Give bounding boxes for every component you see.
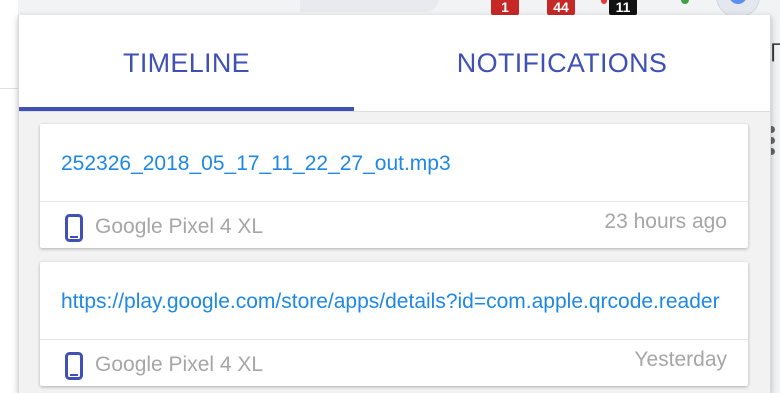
address-bar-edge[interactable] (300, 0, 440, 12)
timeline-card: https://play.google.com/store/apps/detai… (40, 262, 748, 386)
device-name: Google Pixel 4 XL (95, 215, 264, 238)
extension-badge-3[interactable]: 11 (609, 0, 637, 15)
page-edge-glyph: ∏ (770, 40, 780, 62)
extension-badge-1[interactable]: 1 (491, 0, 519, 15)
tab-timeline[interactable]: TIMELINE (19, 15, 354, 111)
tab-bar: TIMELINE NOTIFICATIONS (19, 15, 770, 112)
page-background-left (0, 0, 18, 393)
extension-badge-2[interactable]: 44 (547, 0, 575, 15)
smartphone-icon (65, 352, 83, 380)
active-tab-indicator (19, 107, 354, 111)
tab-notifications[interactable]: NOTIFICATIONS (354, 15, 770, 111)
timestamp: 23 hours ago (604, 210, 727, 233)
timeline-card: 252326_2018_05_17_11_22_27_out.mp3 Googl… (40, 124, 748, 248)
timestamp: Yesterday (634, 348, 727, 371)
smartphone-icon (65, 214, 83, 242)
timeline-item-link[interactable]: https://play.google.com/store/apps/detai… (61, 262, 729, 339)
card-divider (40, 201, 748, 202)
page-divider-line (0, 88, 18, 89)
extension-popup: TIMELINE NOTIFICATIONS 252326_2018_05_17… (18, 15, 771, 393)
card-divider (40, 339, 748, 340)
timeline-item-link[interactable]: 252326_2018_05_17_11_22_27_out.mp3 (61, 124, 729, 201)
device-name: Google Pixel 4 XL (95, 353, 264, 376)
